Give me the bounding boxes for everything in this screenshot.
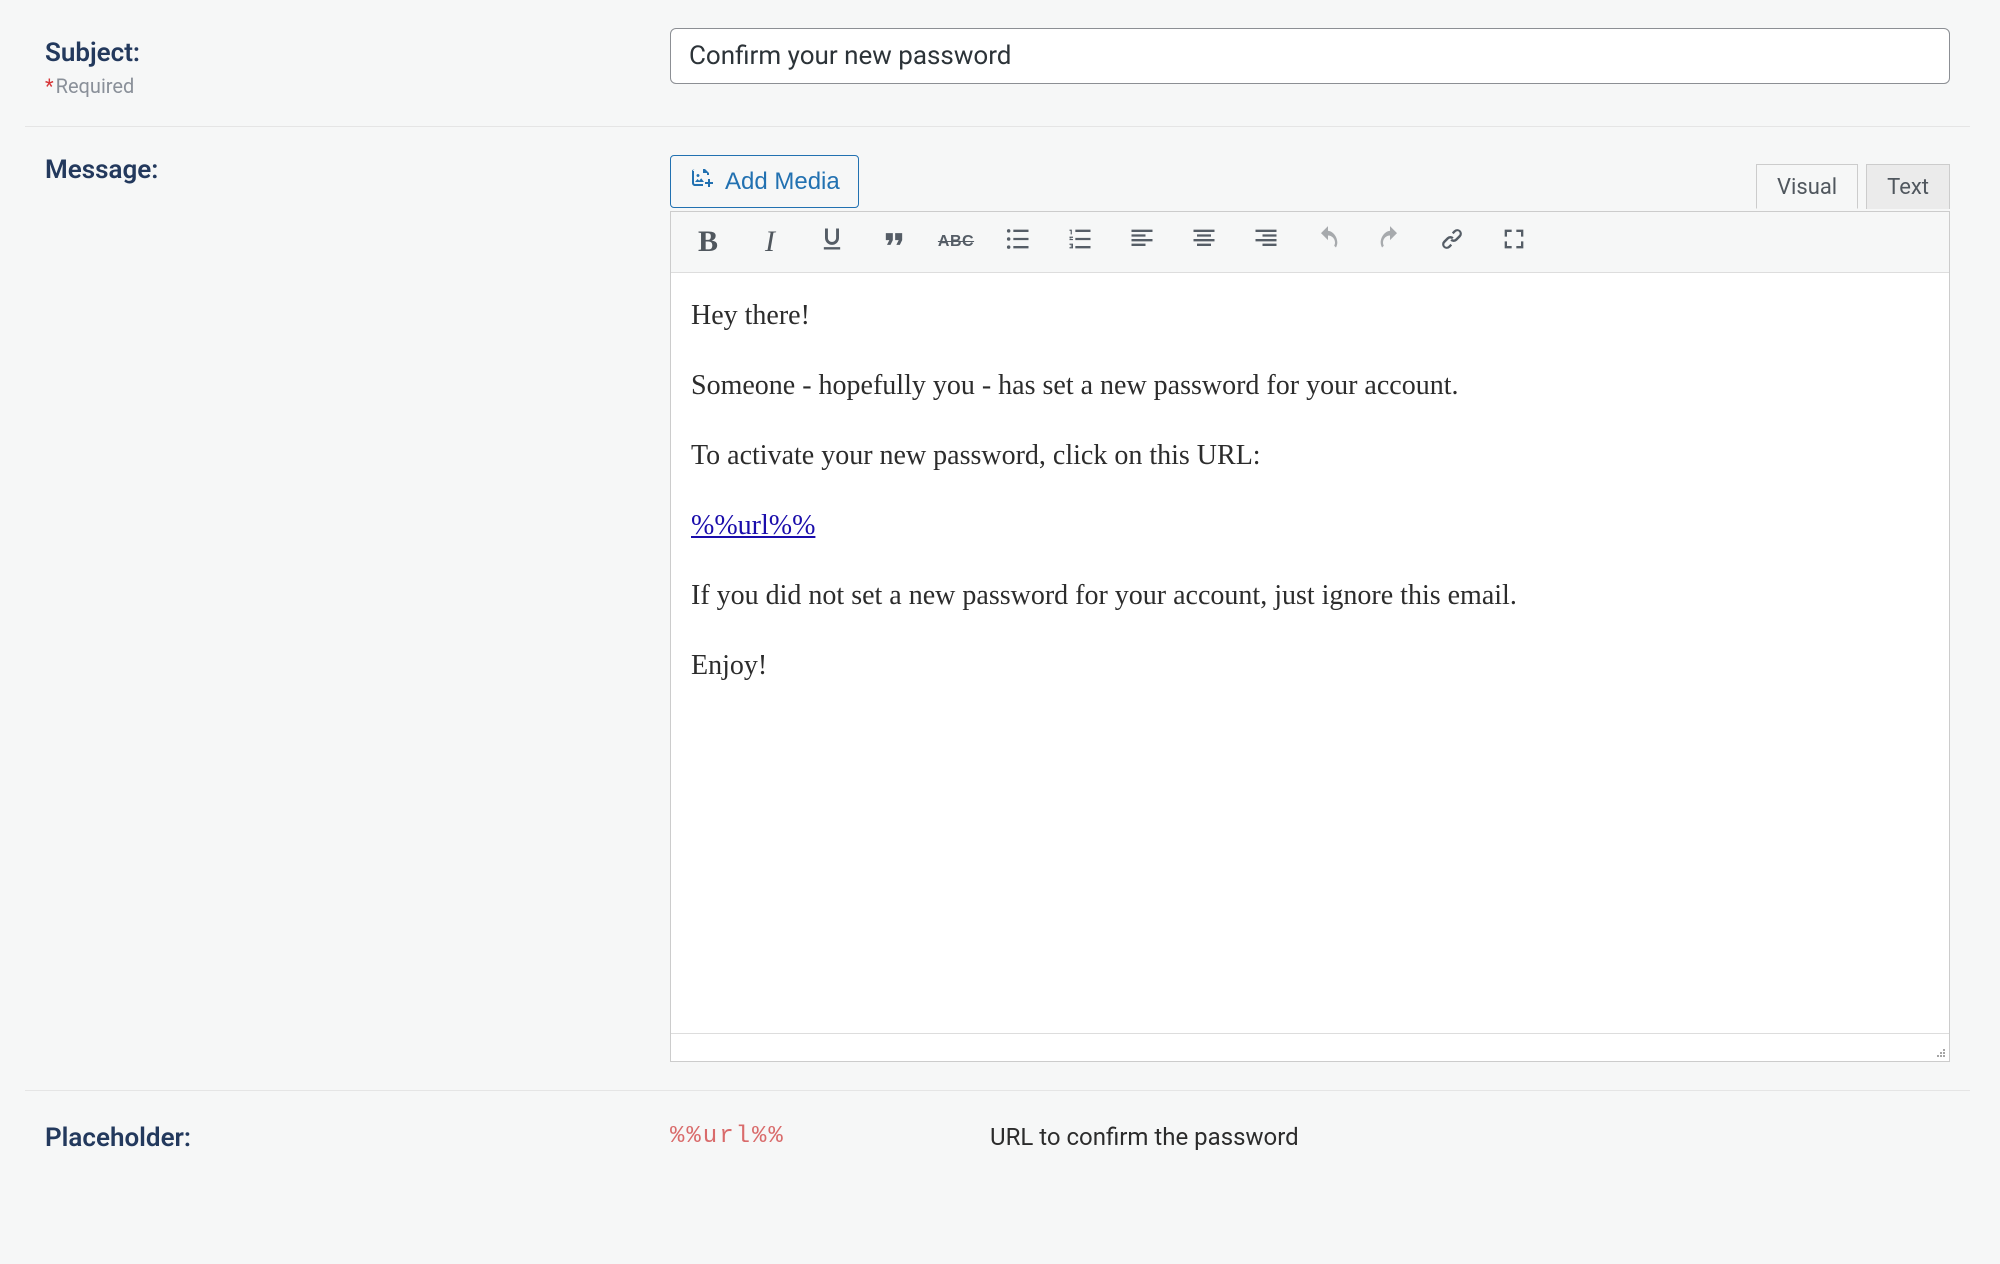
message-field-col: Add Media Visual Text B I ABC bbox=[670, 155, 1950, 1062]
placeholder-label-col: Placeholder: bbox=[45, 1119, 670, 1153]
editor-body[interactable]: Hey there! Someone - hopefully you - has… bbox=[671, 273, 1949, 1033]
subject-input[interactable] bbox=[670, 28, 1950, 84]
required-tag: *Required bbox=[45, 74, 670, 98]
placeholder-row: Placeholder: %%url%% URL to confirm the … bbox=[25, 1091, 1970, 1193]
editor-tabs: Visual Text bbox=[1756, 164, 1950, 209]
editor-toolbar: B I ABC bbox=[671, 212, 1949, 273]
tab-visual[interactable]: Visual bbox=[1756, 164, 1858, 209]
body-p3: To activate your new password, click on … bbox=[691, 435, 1929, 477]
bullet-list-button[interactable] bbox=[987, 216, 1049, 268]
fullscreen-icon bbox=[1500, 225, 1528, 260]
align-left-button[interactable] bbox=[1111, 216, 1173, 268]
bold-button[interactable]: B bbox=[677, 216, 739, 268]
align-center-button[interactable] bbox=[1173, 216, 1235, 268]
placeholder-field-col: %%url%% URL to confirm the password bbox=[670, 1119, 1950, 1153]
align-center-icon bbox=[1190, 225, 1218, 260]
numbered-list-icon bbox=[1066, 225, 1094, 260]
placeholder-token: %%url%% bbox=[670, 1119, 990, 1153]
body-p5: Enjoy! bbox=[691, 645, 1929, 687]
media-icon bbox=[689, 166, 715, 197]
body-p4: If you did not set a new password for yo… bbox=[691, 575, 1929, 617]
quote-icon bbox=[880, 225, 908, 260]
message-label-col: Message: bbox=[45, 155, 670, 185]
blockquote-button[interactable] bbox=[863, 216, 925, 268]
form-table: Subject: *Required Message: Add Media Vi… bbox=[0, 0, 2000, 1193]
align-left-icon bbox=[1128, 225, 1156, 260]
required-text: Required bbox=[56, 74, 135, 98]
subject-field-col bbox=[670, 28, 1950, 98]
align-right-button[interactable] bbox=[1235, 216, 1297, 268]
add-media-button[interactable]: Add Media bbox=[670, 155, 859, 208]
body-url-link[interactable]: %%url%% bbox=[691, 510, 815, 541]
resize-handle[interactable] bbox=[1931, 1043, 1947, 1059]
required-star-icon: * bbox=[45, 74, 54, 98]
placeholder-label: Placeholder: bbox=[45, 1123, 191, 1153]
link-button[interactable] bbox=[1421, 216, 1483, 268]
message-row: Message: Add Media Visual Text B I bbox=[25, 127, 1970, 1091]
editor-statusbar bbox=[671, 1033, 1949, 1061]
tab-text[interactable]: Text bbox=[1866, 164, 1950, 209]
redo-icon bbox=[1376, 225, 1404, 260]
subject-label: Subject: bbox=[45, 38, 140, 68]
editor-container: B I ABC bbox=[670, 211, 1950, 1062]
undo-icon bbox=[1314, 225, 1342, 260]
align-right-icon bbox=[1252, 225, 1280, 260]
underline-icon bbox=[818, 225, 846, 260]
editor-top-bar: Add Media Visual Text bbox=[670, 155, 1950, 208]
link-icon bbox=[1438, 225, 1466, 260]
message-label: Message: bbox=[45, 155, 158, 185]
body-p1: Hey there! bbox=[691, 295, 1929, 337]
numbered-list-button[interactable] bbox=[1049, 216, 1111, 268]
subject-row: Subject: *Required bbox=[25, 0, 1970, 127]
undo-button[interactable] bbox=[1297, 216, 1359, 268]
subject-label-col: Subject: *Required bbox=[45, 28, 670, 98]
redo-button[interactable] bbox=[1359, 216, 1421, 268]
strikethrough-button[interactable]: ABC bbox=[925, 216, 987, 268]
italic-button[interactable]: I bbox=[739, 216, 801, 268]
fullscreen-button[interactable] bbox=[1483, 216, 1545, 268]
body-p2: Someone - hopefully you - has set a new … bbox=[691, 365, 1929, 407]
placeholder-desc: URL to confirm the password bbox=[990, 1119, 1299, 1153]
bullet-list-icon bbox=[1004, 225, 1032, 260]
underline-button[interactable] bbox=[801, 216, 863, 268]
add-media-label: Add Media bbox=[725, 168, 840, 196]
